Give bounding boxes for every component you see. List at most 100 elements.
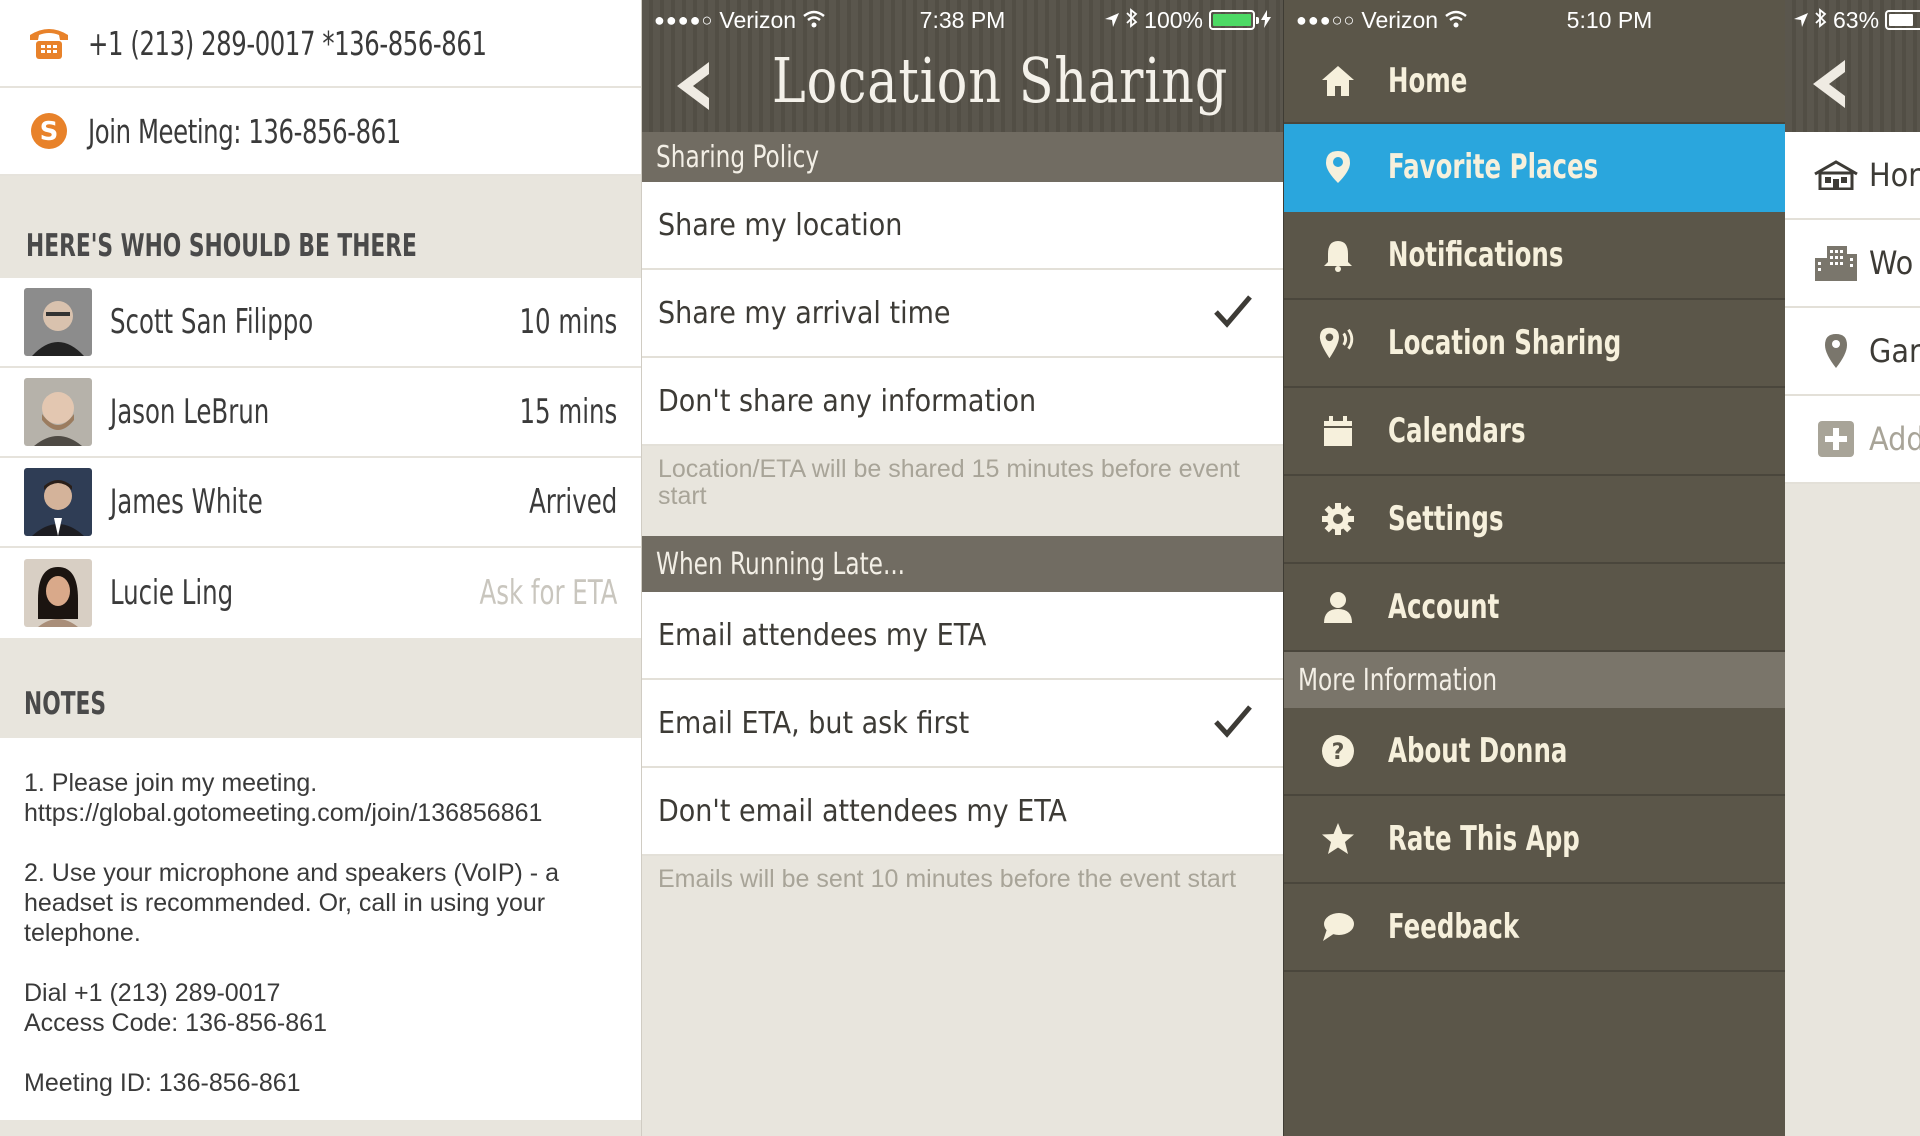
avatar [24, 288, 92, 356]
bluetooth-icon [1815, 7, 1827, 34]
menu-item-label: Home [1388, 61, 1468, 101]
option-email-eta-ask-first[interactable]: Email ETA, but ask first [642, 680, 1283, 768]
option-dont-email-eta[interactable]: Don't email attendees my ETA [642, 768, 1283, 856]
running-late-header: When Running Late... [642, 536, 1283, 592]
add-place-row[interactable]: Add [1785, 396, 1920, 484]
option-label: Email ETA, but ask first [658, 705, 970, 741]
person-icon [1318, 587, 1358, 627]
option-label: Share my arrival time [658, 295, 951, 331]
office-building-icon [1813, 243, 1859, 283]
pin-icon [1318, 147, 1358, 187]
attendee-row[interactable]: Scott San Filippo 10 mins [0, 278, 641, 368]
more-information-header: More Information [1284, 652, 1785, 708]
option-dont-share[interactable]: Don't share any information [642, 358, 1283, 446]
star-icon [1318, 819, 1358, 859]
place-label: Wo [1869, 244, 1914, 282]
section-label: More Information [1298, 662, 1498, 698]
menu-item-about[interactable]: ? About Donna [1284, 708, 1785, 796]
checkmark-icon [1213, 704, 1253, 742]
attendee-name: Scott San Filippo [110, 302, 314, 342]
svg-text:?: ? [1332, 740, 1345, 765]
note-paragraph: 2. Use your microphone and speakers (VoI… [24, 859, 559, 947]
status-bar: 63% [1785, 0, 1920, 40]
option-share-location[interactable]: Share my location [642, 182, 1283, 270]
attendee-eta: Arrived [528, 482, 617, 522]
dial-in-row[interactable]: +1 (213) 289-0017 *136-856-861 [0, 0, 641, 88]
menu-item-location-sharing[interactable]: Location Sharing [1284, 300, 1785, 388]
menu-item-label: Settings [1388, 499, 1504, 539]
svg-text:S: S [40, 117, 59, 147]
nav-header: ●●●●○ Verizon 7:38 PM 100% Location Shar… [642, 0, 1283, 132]
favorite-places-screen: 63% Hor Wo Gar Add [1785, 0, 1920, 1136]
option-label: Email attendees my ETA [658, 617, 987, 653]
gear-icon [1318, 499, 1358, 539]
back-button[interactable] [1807, 56, 1849, 116]
speech-bubble-icon [1318, 907, 1358, 947]
place-label: Add [1869, 420, 1920, 458]
attendee-row[interactable]: Jason LeBrun 15 mins [0, 368, 641, 458]
late-note: Emails will be sent 10 minutes before th… [642, 856, 1283, 946]
sharing-note: Location/ETA will be shared 15 minutes b… [642, 446, 1283, 536]
attendee-name: James White [110, 482, 263, 522]
menu-item-label: About Donna [1388, 731, 1568, 771]
ask-for-eta-link[interactable]: Ask for ETA [479, 573, 617, 613]
attendee-name: Jason LeBrun [110, 392, 270, 432]
calendar-icon [1318, 411, 1358, 451]
notes-header: NOTES [0, 638, 641, 738]
option-label: Don't share any information [658, 383, 1037, 419]
option-label: Share my location [658, 207, 903, 243]
location-broadcast-icon [1318, 323, 1358, 363]
location-arrow-icon [1793, 7, 1809, 34]
notes-header-label: NOTES [24, 686, 107, 722]
menu-item-feedback[interactable]: Feedback [1284, 884, 1785, 972]
menu-item-label: Rate This App [1388, 819, 1580, 859]
status-bar: ●●●●○ Verizon 7:38 PM 100% [642, 0, 1283, 40]
menu-item-calendars[interactable]: Calendars [1284, 388, 1785, 476]
note-paragraph: 1. Please join my meeting. https://globa… [24, 769, 543, 827]
option-share-arrival-time[interactable]: Share my arrival time [642, 270, 1283, 358]
meeting-detail-panel: +1 (213) 289-0017 *136-856-861 S Join Me… [0, 0, 641, 1136]
place-row-gar[interactable]: Gar [1785, 308, 1920, 396]
menu-item-settings[interactable]: Settings [1284, 476, 1785, 564]
back-button[interactable] [662, 51, 722, 121]
option-email-eta[interactable]: Email attendees my ETA [642, 592, 1283, 680]
clock: 5:10 PM [1566, 6, 1653, 33]
location-sharing-screen: ●●●●○ Verizon 7:38 PM 100% Location Shar… [641, 0, 1283, 1136]
side-menu: ●●●○○ Verizon 5:10 PM Home Favorite Plac… [1283, 0, 1785, 1136]
attendee-eta: 15 mins [519, 392, 617, 432]
option-label: Don't email attendees my ETA [658, 793, 1067, 829]
section-label: Sharing Policy [656, 139, 820, 175]
note-paragraph: Meeting ID: 136-856-861 [24, 1069, 301, 1097]
place-label: Hor [1869, 156, 1920, 194]
nav-header: 63% [1785, 0, 1920, 132]
pin-icon [1813, 331, 1859, 371]
place-label: Gar [1869, 332, 1920, 370]
status-bar: ●●●○○ Verizon 5:10 PM [1284, 0, 1785, 40]
place-row-home[interactable]: Hor [1785, 132, 1920, 220]
page-title: Location Sharing [772, 44, 1229, 117]
attendee-eta: 10 mins [519, 302, 617, 342]
menu-item-rate-app[interactable]: Rate This App [1284, 796, 1785, 884]
home-icon [1318, 61, 1358, 101]
attendees-header-label: HERE'S WHO SHOULD BE THERE [26, 228, 417, 264]
attendee-row[interactable]: James White Arrived [0, 458, 641, 548]
avatar [24, 378, 92, 446]
attendees-header: HERE'S WHO SHOULD BE THERE [0, 176, 641, 278]
place-row-work[interactable]: Wo [1785, 220, 1920, 308]
menu-item-account[interactable]: Account [1284, 564, 1785, 652]
dial-in-number: +1 (213) 289-0017 *136-856-861 [88, 23, 487, 63]
house-icon [1813, 155, 1859, 195]
menu-item-label: Feedback [1388, 907, 1520, 947]
menu-item-label: Account [1388, 587, 1500, 627]
attendee-row[interactable]: Lucie Ling Ask for ETA [0, 548, 641, 638]
battery-percent: 63% [1833, 6, 1880, 33]
clock: 7:38 PM [919, 6, 1006, 33]
join-meeting-label: Join Meeting: 136-856-861 [88, 111, 401, 151]
skype-icon: S [26, 108, 72, 154]
join-meeting-row[interactable]: S Join Meeting: 136-856-861 [0, 88, 641, 176]
notes-body: 1. Please join my meeting. https://globa… [0, 738, 641, 1098]
menu-item-favorite-places[interactable]: Favorite Places [1284, 124, 1785, 212]
sharing-policy-header: Sharing Policy [642, 132, 1283, 182]
menu-item-notifications[interactable]: Notifications [1284, 212, 1785, 300]
avatar [24, 468, 92, 536]
